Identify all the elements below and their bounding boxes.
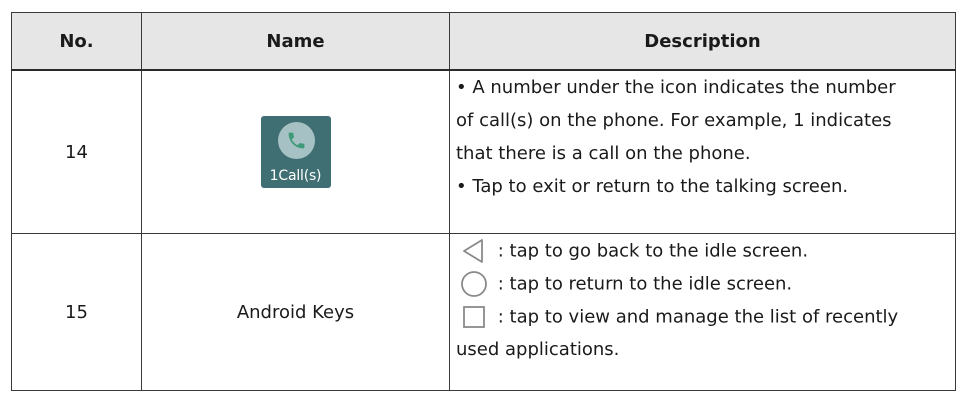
row-number: 14	[11, 69, 142, 234]
row-number: 15	[11, 233, 142, 391]
name-cell: 1Call(s)	[141, 69, 450, 234]
table-header-row: No. Name Description	[11, 12, 956, 71]
back-key-icon	[456, 237, 492, 265]
description-line: • Tap to exit or return to the talking s…	[456, 176, 849, 197]
description-cell: : tap to go back to the idle screen. : t…	[449, 233, 956, 391]
home-key-line: : tap to return to the idle screen.	[456, 267, 955, 300]
recent-apps-key-description: : tap to view and manage the list of rec…	[497, 306, 899, 328]
home-key-description: : tap to return to the idle screen.	[497, 273, 793, 295]
table-row: 15 Android Keys : tap to go back to the …	[11, 233, 956, 391]
back-key-line: : tap to go back to the idle screen.	[456, 234, 955, 267]
description-line: • A number under the icon indicates the …	[456, 77, 896, 98]
description-line: used applications.	[456, 339, 620, 360]
header-no: No.	[11, 12, 142, 71]
recent-apps-key-line: : tap to view and manage the list of rec…	[456, 300, 955, 333]
name-cell: Android Keys	[141, 233, 450, 391]
header-name: Name	[141, 12, 450, 71]
back-key-description: : tap to go back to the idle screen.	[497, 240, 809, 262]
description-cell: • A number under the icon indicates the …	[449, 69, 956, 234]
home-key-icon	[456, 270, 492, 298]
table-row: 14 1Call(s) • A number under the icon in…	[11, 69, 956, 234]
call-count-label: 1Call(s)	[269, 168, 322, 184]
call-app-icon: 1Call(s)	[260, 116, 331, 188]
description-line: that there is a call on the phone.	[456, 143, 751, 164]
phone-handset-icon	[277, 122, 315, 159]
recent-apps-key-icon	[456, 303, 492, 331]
header-description: Description	[449, 12, 956, 71]
description-table: No. Name Description 14 1Call(s) • A num…	[11, 12, 956, 391]
description-line: of call(s) on the phone. For example, 1 …	[456, 110, 892, 131]
